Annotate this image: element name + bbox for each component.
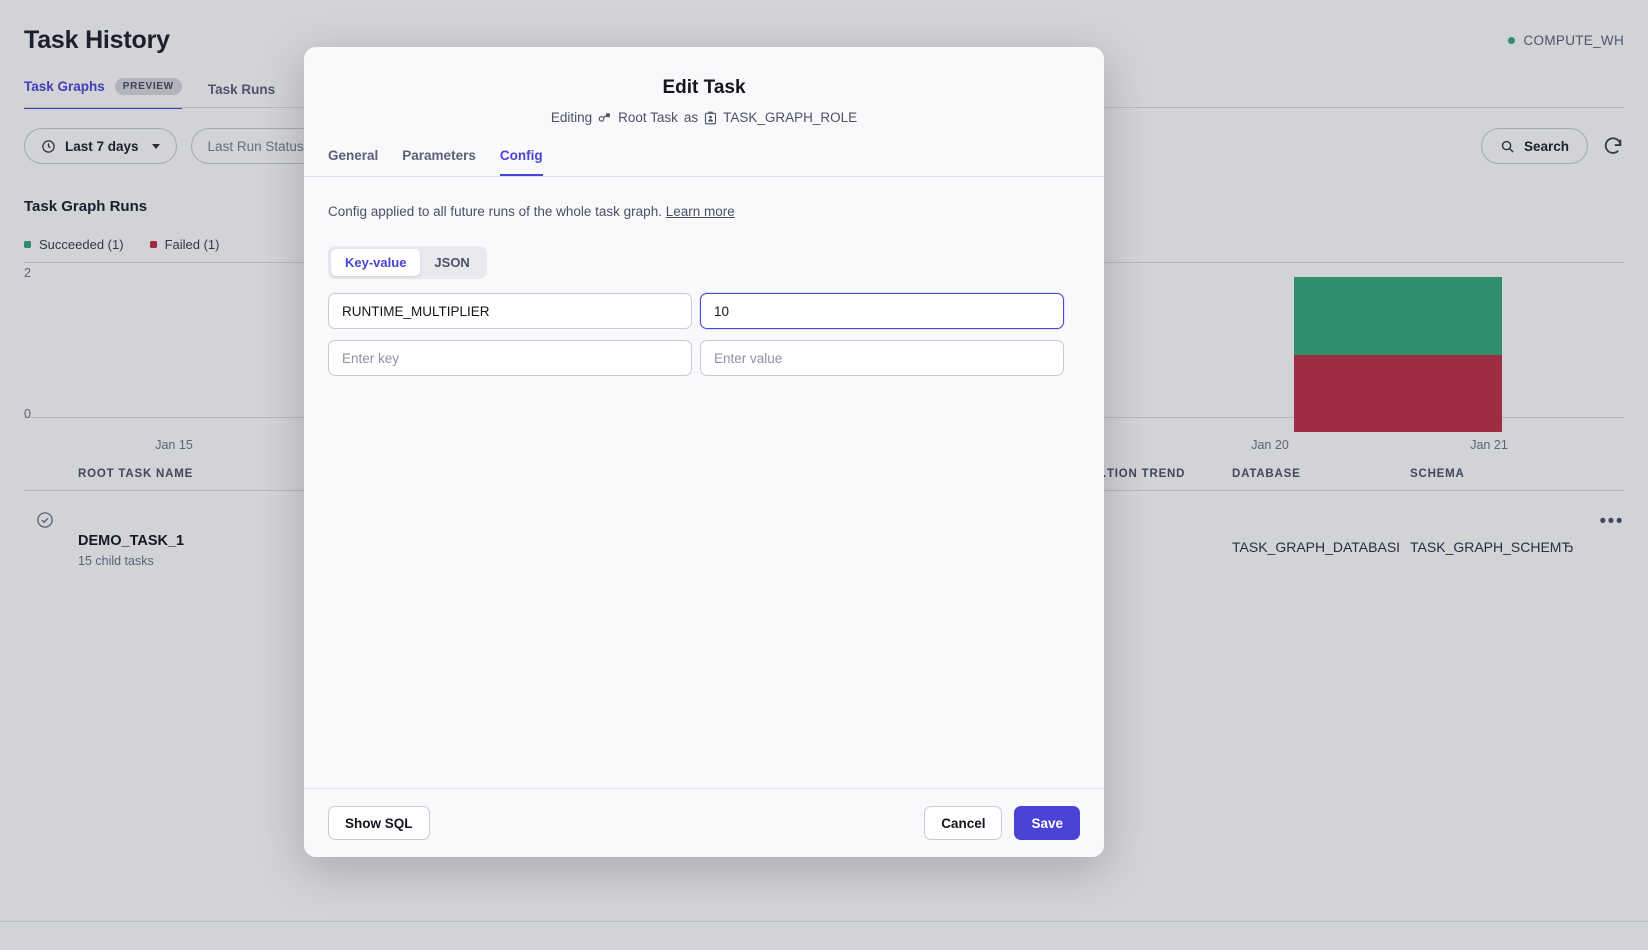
tab-config[interactable]: Config xyxy=(500,148,543,176)
modal-subtitle-target: Root Task xyxy=(618,110,678,125)
mode-key-value[interactable]: Key-value xyxy=(331,249,420,276)
config-row-1 xyxy=(328,293,1080,329)
learn-more-link[interactable]: Learn more xyxy=(666,204,735,219)
config-key-input-2[interactable] xyxy=(328,340,692,376)
config-key-input-1[interactable] xyxy=(328,293,692,329)
config-note-text: Config applied to all future runs of the… xyxy=(328,204,662,219)
config-value-input-1[interactable] xyxy=(700,293,1064,329)
modal-subtitle-prefix: Editing xyxy=(551,110,592,125)
modal-subtitle-role: TASK_GRAPH_ROLE xyxy=(723,110,857,125)
role-badge-icon xyxy=(704,111,717,125)
config-key-value-rows xyxy=(328,293,1080,376)
tab-general[interactable]: General xyxy=(328,148,378,176)
task-node-icon xyxy=(598,111,612,124)
edit-task-modal: Edit Task Editing Root Task as xyxy=(304,47,1104,857)
modal-footer: Show SQL Cancel Save xyxy=(304,789,1104,857)
modal-footer-actions: Cancel Save xyxy=(924,806,1080,840)
modal-body: Config applied to all future runs of the… xyxy=(304,177,1104,788)
config-note: Config applied to all future runs of the… xyxy=(328,204,1080,219)
tab-parameters[interactable]: Parameters xyxy=(402,148,476,176)
modal-subtitle-as: as xyxy=(684,110,698,125)
modal-subtitle: Editing Root Task as xyxy=(328,110,1080,125)
mode-json[interactable]: JSON xyxy=(420,249,483,276)
modal-tabs: General Parameters Config xyxy=(328,148,1080,176)
config-mode-toggle: Key-value JSON xyxy=(328,246,487,279)
modal-header: Edit Task Editing Root Task as xyxy=(304,47,1104,177)
save-button[interactable]: Save xyxy=(1014,806,1080,840)
config-value-input-2[interactable] xyxy=(700,340,1064,376)
config-row-2 xyxy=(328,340,1080,376)
cancel-button[interactable]: Cancel xyxy=(924,806,1002,840)
show-sql-button[interactable]: Show SQL xyxy=(328,806,430,840)
app-root: Task History COMPUTE_WH Task Graphs PREV… xyxy=(0,0,1648,950)
modal-title: Edit Task xyxy=(328,77,1080,99)
